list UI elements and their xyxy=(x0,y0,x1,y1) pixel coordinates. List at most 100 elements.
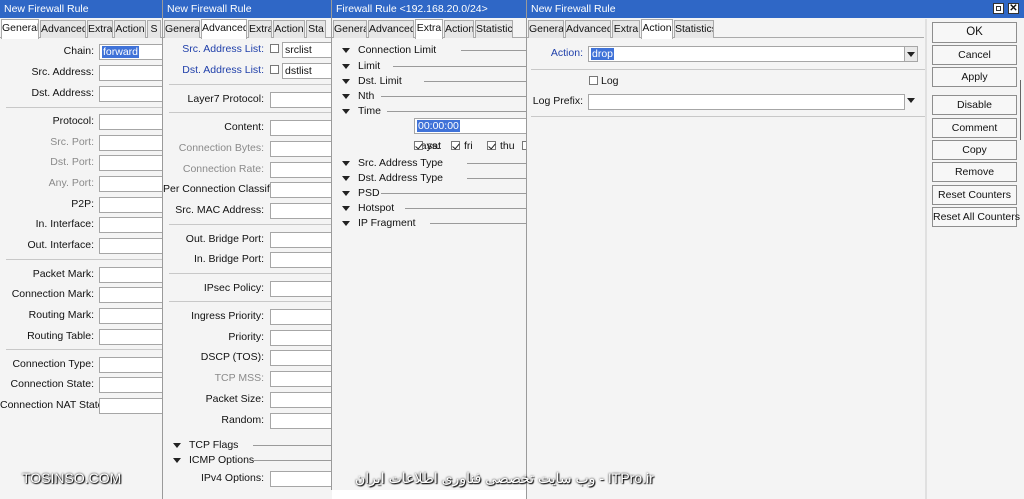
tab-general[interactable]: General xyxy=(1,19,39,39)
protocol-field[interactable] xyxy=(99,114,162,130)
section-dst-address-type[interactable]: Dst. Address Type xyxy=(332,171,527,186)
reset-counters-button[interactable]: Reset Counters xyxy=(932,185,1017,205)
src-address-list-field[interactable]: srclist xyxy=(282,42,332,58)
out-interface-field[interactable] xyxy=(99,238,162,254)
action-select[interactable]: drop xyxy=(588,46,905,62)
section-nth[interactable]: Nth xyxy=(332,89,527,104)
negate-checkbox[interactable] xyxy=(270,65,279,74)
src-port-field[interactable] xyxy=(99,135,162,151)
packet-size-field[interactable] xyxy=(270,392,332,408)
log-checkbox[interactable] xyxy=(589,76,598,85)
random-label: Random: xyxy=(221,414,264,426)
tcp-mss-field[interactable] xyxy=(270,371,332,387)
in-interface-field[interactable] xyxy=(99,217,162,233)
reset-all-counters-button[interactable]: Reset All Counters xyxy=(932,207,1020,227)
tab-advanced[interactable]: Advanced xyxy=(565,20,611,38)
tab-action[interactable]: Action xyxy=(641,19,673,39)
day-sat-checkbox[interactable] xyxy=(414,141,423,150)
comment-button[interactable]: Comment xyxy=(932,118,1017,138)
routing-mark-field[interactable] xyxy=(99,308,162,324)
connection-nat-state-field[interactable] xyxy=(99,398,162,414)
src-mac-address-field[interactable] xyxy=(270,203,332,219)
close-icon[interactable]: ✕ xyxy=(1008,3,1019,14)
connection-bytes-field[interactable] xyxy=(270,141,332,157)
tab-statistics[interactable]: Statistics xyxy=(475,20,513,38)
field-row-protocol: Protocol: xyxy=(0,114,162,130)
tab-sta[interactable]: Sta xyxy=(306,20,326,38)
field-row-content: Content: xyxy=(163,120,332,136)
tab-advanced[interactable]: Advanced xyxy=(201,19,247,39)
section-src-address-type[interactable]: Src. Address Type xyxy=(332,156,527,171)
section-icmp-options[interactable]: ICMP Options xyxy=(163,453,332,468)
chevron-down-icon[interactable] xyxy=(907,98,915,103)
tab-advanced[interactable]: Advanced xyxy=(368,20,414,38)
any-port-field[interactable] xyxy=(99,176,162,192)
priority-field[interactable] xyxy=(270,330,332,346)
connection-state-label: Connection State: xyxy=(10,378,94,390)
tab-extra[interactable]: Extra xyxy=(415,19,443,39)
dst-address-list-field[interactable]: dstlist xyxy=(282,63,332,79)
tab-general[interactable]: General xyxy=(528,20,564,38)
dst-port-field[interactable] xyxy=(99,155,162,171)
per-connection-classifier-field[interactable] xyxy=(270,182,332,198)
tab-action[interactable]: Action xyxy=(444,20,474,38)
tab-extra[interactable]: Extra xyxy=(248,20,272,38)
day-fri-label: fri xyxy=(464,140,473,152)
connection-mark-field[interactable] xyxy=(99,287,162,303)
src-address-field[interactable] xyxy=(99,65,162,81)
dscp-tos-field[interactable] xyxy=(270,350,332,366)
ipv4-options-field[interactable] xyxy=(270,471,332,487)
p2p-field[interactable] xyxy=(99,197,162,213)
connection-state-field[interactable] xyxy=(99,377,162,393)
section-ip-fragment[interactable]: IP Fragment xyxy=(332,216,527,231)
day-thu-checkbox[interactable] xyxy=(487,141,496,150)
layer7-protocol-field[interactable] xyxy=(270,92,332,108)
dst-address-field[interactable] xyxy=(99,86,162,102)
tab-extra[interactable]: Extra xyxy=(87,20,113,38)
time-field[interactable]: 00:00:00 xyxy=(414,118,527,134)
tab-extra[interactable]: Extra xyxy=(612,20,640,38)
tab-action[interactable]: Action xyxy=(273,20,305,38)
section-limit[interactable]: Limit xyxy=(332,59,527,74)
apply-button[interactable]: Apply xyxy=(932,67,1017,87)
copy-button[interactable]: Copy xyxy=(932,140,1017,160)
field-row-packet-size: Packet Size: xyxy=(163,392,332,408)
action-dropdown-button[interactable] xyxy=(904,46,918,62)
tab-advanced[interactable]: Advanced xyxy=(40,20,86,38)
section-dst-limit[interactable]: Dst. Limit xyxy=(332,74,527,89)
out-bridge-port-field[interactable] xyxy=(270,232,332,248)
restore-icon[interactable] xyxy=(993,3,1004,14)
tab-statistics[interactable]: Statistics xyxy=(674,20,714,38)
in-bridge-port-field[interactable] xyxy=(270,252,332,268)
content-field[interactable] xyxy=(270,120,332,136)
remove-button[interactable]: Remove xyxy=(932,162,1017,182)
day-fri-checkbox[interactable] xyxy=(451,141,460,150)
tab-general[interactable]: General xyxy=(333,20,367,38)
src-mac-address-label: Src. MAC Address: xyxy=(175,204,264,216)
log-prefix-field[interactable] xyxy=(588,94,905,110)
field-row-in-bridge-port: In. Bridge Port: xyxy=(163,252,332,268)
field-row-src-mac-address: Src. MAC Address: xyxy=(163,203,332,219)
packet-mark-field[interactable] xyxy=(99,267,162,283)
collapse-arrow-icon xyxy=(342,221,350,226)
field-row-chain: Chain: forward xyxy=(0,44,162,60)
connection-rate-field[interactable] xyxy=(270,162,332,178)
tab-general[interactable]: General xyxy=(164,20,200,38)
section-psd[interactable]: PSD xyxy=(332,186,527,201)
routing-table-field[interactable] xyxy=(99,329,162,345)
ipsec-policy-field[interactable] xyxy=(270,281,332,297)
tab-s[interactable]: S xyxy=(147,20,161,38)
connection-type-field[interactable] xyxy=(99,357,162,373)
section-connection-limit[interactable]: Connection Limit xyxy=(332,43,527,58)
random-field[interactable] xyxy=(270,413,332,429)
ingress-priority-field[interactable] xyxy=(270,309,332,325)
section-tcp-flags[interactable]: TCP Flags xyxy=(163,438,332,453)
section-hotspot[interactable]: Hotspot xyxy=(332,201,527,216)
negate-checkbox[interactable] xyxy=(270,44,279,53)
tab-action[interactable]: Action xyxy=(114,20,146,38)
ok-button[interactable]: OK xyxy=(932,22,1017,43)
chain-field[interactable]: forward xyxy=(99,44,162,60)
disable-button[interactable]: Disable xyxy=(932,95,1017,115)
cancel-button[interactable]: Cancel xyxy=(932,45,1017,65)
section-time[interactable]: Time xyxy=(332,104,527,119)
